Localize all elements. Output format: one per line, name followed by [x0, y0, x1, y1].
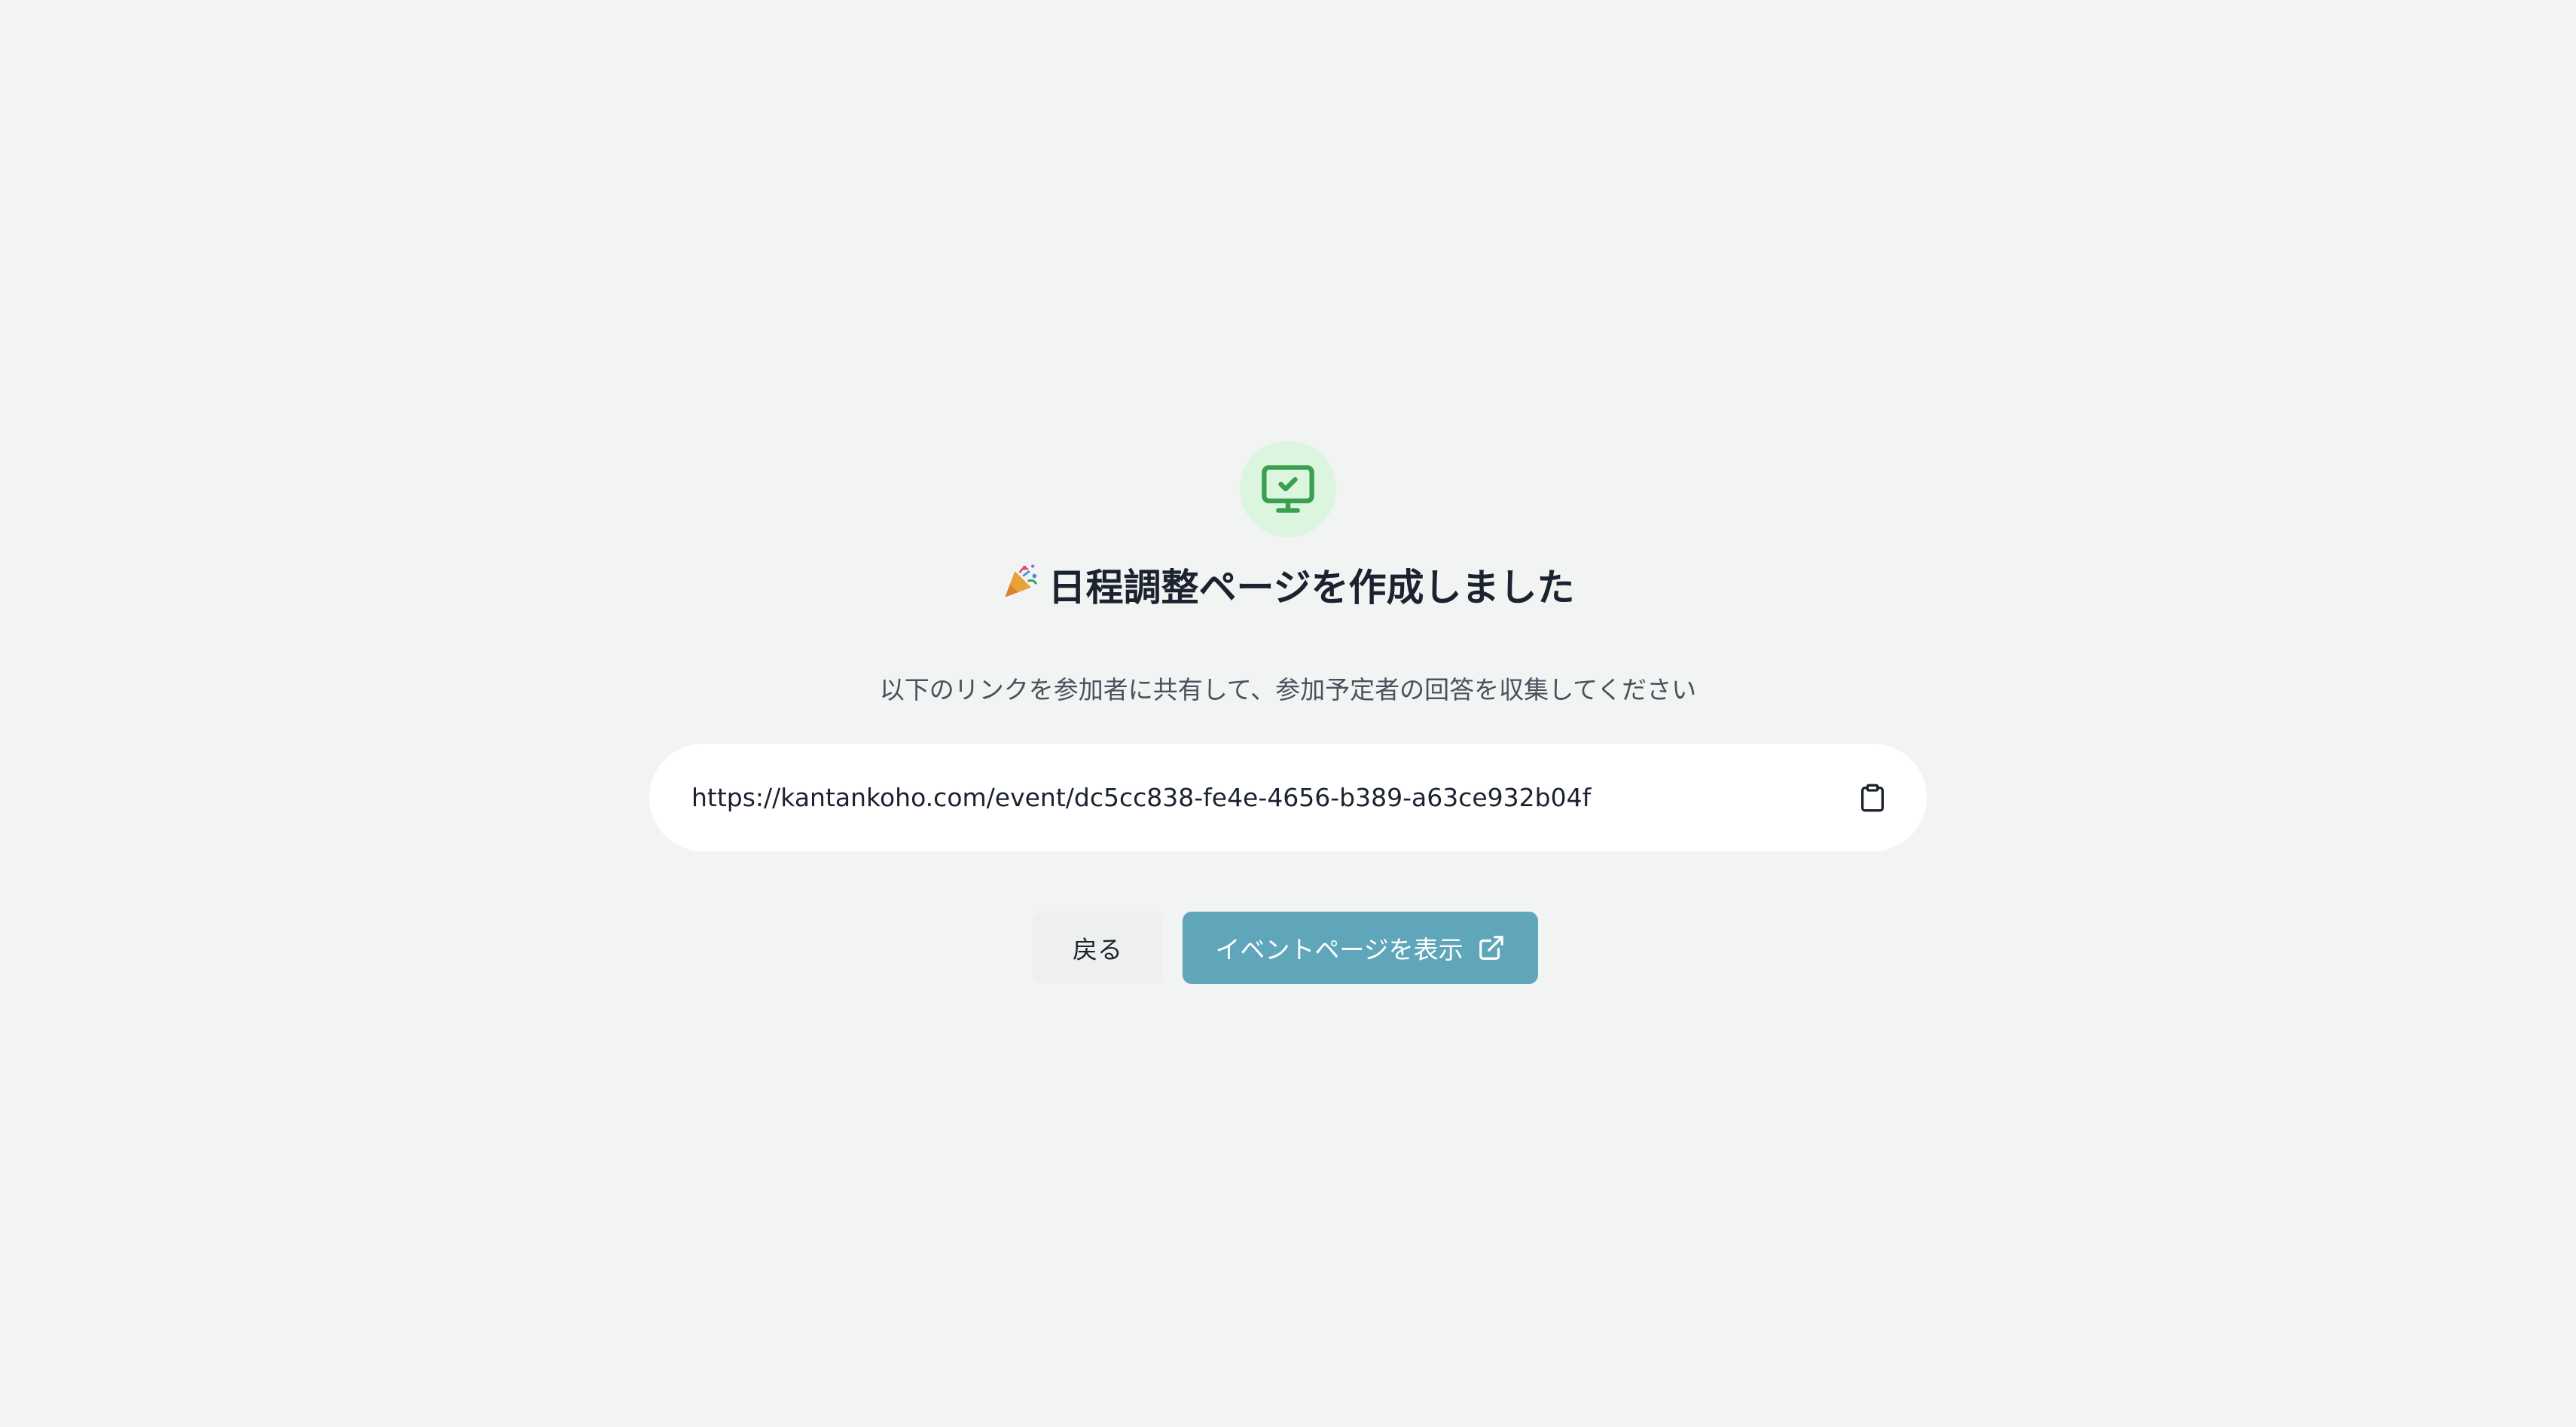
monitor-check-icon — [1262, 465, 1314, 513]
page-title-text: 日程調整ページを作成しました — [1048, 566, 1575, 610]
success-status-badge — [1240, 441, 1336, 537]
page-subtitle: 以下のリンクを参加者に共有して、参加予定者の回答を収集してください — [879, 675, 1697, 704]
back-button[interactable]: 戻る — [1032, 912, 1163, 984]
share-link-field[interactable]: https://kantankoho.com/event/dc5cc838-fe… — [649, 744, 1927, 851]
view-event-page-button[interactable]: イベントページを表示 — [1183, 912, 1538, 984]
back-button-label: 戻る — [1073, 935, 1122, 964]
view-event-page-label: イベントページを表示 — [1215, 935, 1463, 964]
page-title: 日程調整ページを作成しました — [0, 561, 2576, 618]
share-link-url[interactable]: https://kantankoho.com/event/dc5cc838-fe… — [691, 783, 1848, 812]
copy-link-button[interactable] — [1848, 774, 1897, 822]
party-popper-icon — [1002, 561, 1041, 615]
success-page: 日程調整ページを作成しました 以下のリンクを参加者に共有して、参加予定者の回答を… — [0, 0, 2576, 1427]
external-link-icon — [1477, 934, 1506, 962]
clipboard-icon — [1861, 784, 1884, 811]
